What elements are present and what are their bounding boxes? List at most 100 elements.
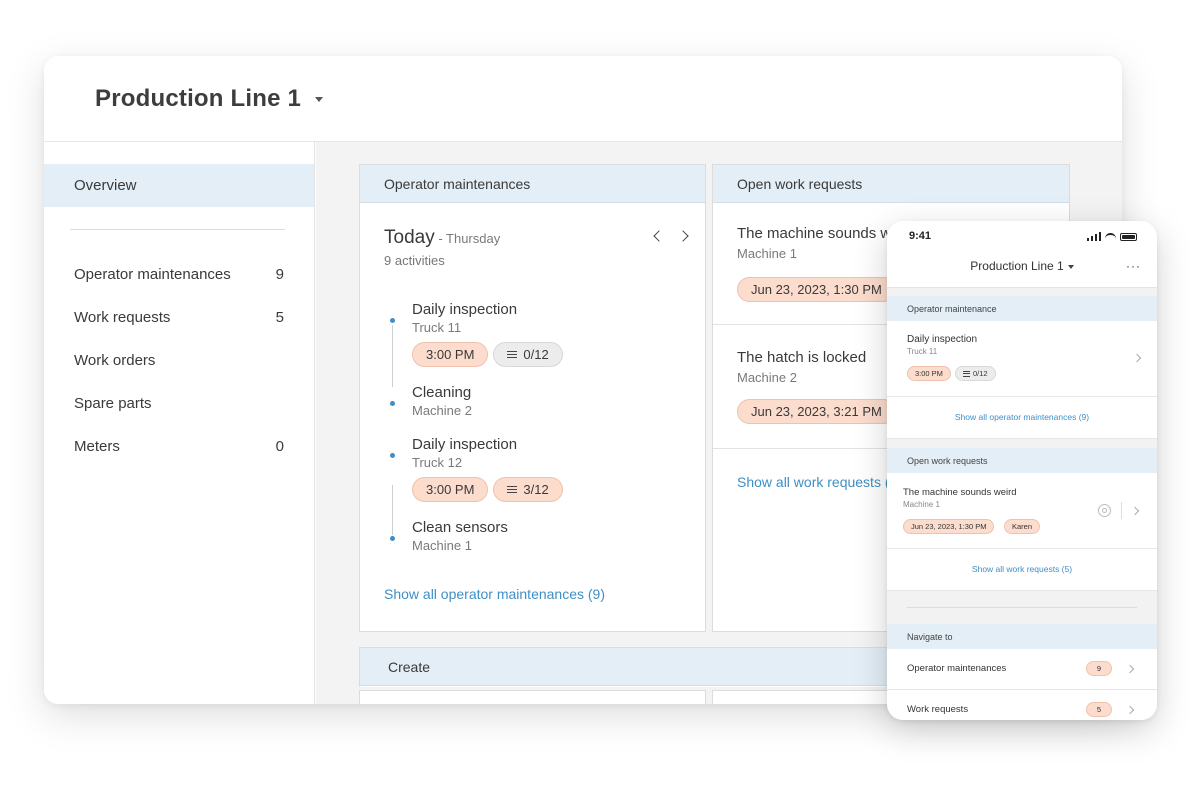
sidebar-item-overview[interactable]: Overview [44,164,314,207]
battery-icon [1120,233,1137,241]
timeline-dot [390,453,395,458]
activity-asset: Machine 1 [412,538,472,553]
sidebar-item-spare-parts[interactable]: Spare parts [74,395,284,412]
date-badge: Jun 23, 2023, 1:30 PM [737,277,896,302]
activity-title: Cleaning [412,384,472,401]
sidebar-item-work-orders[interactable]: Work orders [74,352,284,369]
status-time: 9:41 [909,230,932,242]
divider [1121,502,1122,519]
timeline-dot [390,401,395,406]
sidebar-item-label: Overview [74,177,137,194]
wifi-icon [1105,233,1116,241]
count-badge: 5 [1086,702,1112,717]
previous-day-button[interactable] [652,227,666,245]
activity-asset: Machine 2 [412,403,472,418]
activity-title: Daily inspection [907,334,978,345]
page-header: Production Line 1 [44,56,1122,142]
checklist-progress: 3/12 [523,482,549,497]
panel-header: Open work requests [713,165,1069,203]
more-button[interactable]: ··· [1126,259,1141,273]
timeline-dot [390,536,395,541]
show-all-work-requests-link[interactable]: Show all work requests ( [737,474,890,490]
weekday-label: - Thursday [434,231,501,246]
operator-maintenances-panel: Operator maintenances Today - Thursday 9… [359,164,706,632]
show-all-row: Show all work requests (5) [887,549,1157,591]
checklist-progress: 0/12 [973,369,988,378]
list-icon [963,370,970,377]
work-request-title: The hatch is locked [737,349,867,366]
mobile-app: 9:41 Production Line 1 ··· Operator main… [887,221,1157,720]
activity-title: Daily inspection [412,436,518,453]
status-icons [1086,232,1137,241]
checklist-progress: 0/12 [523,347,549,362]
activity-item[interactable]: Daily inspection Truck 11 3:00 PM 0/12 [412,301,563,367]
work-request-item[interactable]: The machine sounds weird Machine 1 Jun 2… [887,473,1157,549]
activity-asset: Truck 12 [412,455,463,470]
nav-item-work-requests[interactable]: Work requests 5 [887,690,1157,720]
activity-count: 9 activities [384,253,445,268]
signal-icon [1086,232,1101,241]
activity-asset: Truck 11 [907,347,938,356]
next-day-button[interactable] [676,227,690,245]
list-icon [507,485,518,494]
create-tile[interactable] [359,690,706,704]
work-request-title: The machine sounds weird [903,487,1017,498]
show-all-operator-maintenances-link[interactable]: Show all operator maintenances (9) [887,412,1157,422]
page-title: Production Line 1 [95,84,302,112]
date-badge: Jun 23, 2023, 1:30 PM [903,519,995,534]
activity-title: Daily inspection [412,301,518,318]
sidebar-item-label: Work requests [74,309,171,326]
sidebar-item-label: Meters [74,438,120,455]
timeline-line [392,485,393,535]
timeline-line [392,325,393,387]
activity-item[interactable]: Daily inspection Truck 11 3:00 PM 0/12 [887,321,1157,397]
nav-item-operator-maintenances[interactable]: Operator maintenances 9 [887,649,1157,690]
sidebar-item-operator-maintenances[interactable]: Operator maintenances 9 [74,266,284,283]
section-header: Navigate to [887,624,1157,649]
sidebar-item-meters[interactable]: Meters 0 [74,438,284,455]
mobile-header: 9:41 Production Line 1 ··· [887,221,1157,288]
panel-header: Operator maintenances [360,165,705,203]
count-badge: 9 [1086,661,1112,676]
section-header: Operator maintenance [887,296,1157,321]
activity-item[interactable]: Daily inspection Truck 12 3:00 PM 3/12 [412,436,563,502]
chevron-right-icon [677,230,689,242]
chevron-right-icon [1125,664,1135,674]
checklist-badge: 0/12 [955,366,996,381]
sidebar: Overview Operator maintenances 9 Work re… [44,142,315,704]
chevron-right-icon [1130,506,1140,516]
location-selector[interactable]: Production Line 1 [95,84,324,113]
work-request-asset: Machine 1 [903,500,940,509]
nav-item-label: Work requests [907,704,969,715]
checklist-badge: 3/12 [493,477,563,502]
chevron-left-icon [653,230,665,242]
nav-item-label: Operator maintenances [907,663,1007,674]
timeline-dot [390,318,395,323]
assignee-badge: Karen [1004,519,1041,534]
chevron-down-icon [315,96,324,102]
chevron-right-icon [1125,705,1135,715]
work-request-title: The machine sounds w [737,225,892,242]
checklist-badge: 0/12 [493,342,563,367]
activity-item[interactable]: Cleaning Machine 2 [412,384,472,418]
activity-asset: Truck 11 [412,320,462,335]
chevron-right-icon [1132,353,1142,363]
list-icon [507,350,518,359]
show-all-row: Show all operator maintenances (9) [887,397,1157,439]
sidebar-item-label: Spare parts [74,395,152,412]
target-icon[interactable] [1098,504,1111,517]
activity-item[interactable]: Clean sensors Machine 1 [412,519,508,553]
show-all-work-requests-link[interactable]: Show all work requests (5) [887,564,1157,574]
date-badge: Jun 23, 2023, 3:21 PM [737,399,896,424]
sidebar-item-label: Work orders [74,352,156,369]
sidebar-item-count: 5 [275,309,284,326]
time-badge: 3:00 PM [412,342,489,367]
sidebar-item-work-requests[interactable]: Work requests 5 [74,309,284,326]
sidebar-item-count: 9 [275,266,284,283]
sidebar-item-label: Operator maintenances [74,266,231,283]
time-badge: 3:00 PM [412,477,489,502]
show-all-operator-maintenances-link[interactable]: Show all operator maintenances (9) [384,586,605,602]
date-heading: Today - Thursday [384,227,500,249]
sidebar-divider [70,229,285,230]
location-selector[interactable]: Production Line 1 [887,259,1157,273]
